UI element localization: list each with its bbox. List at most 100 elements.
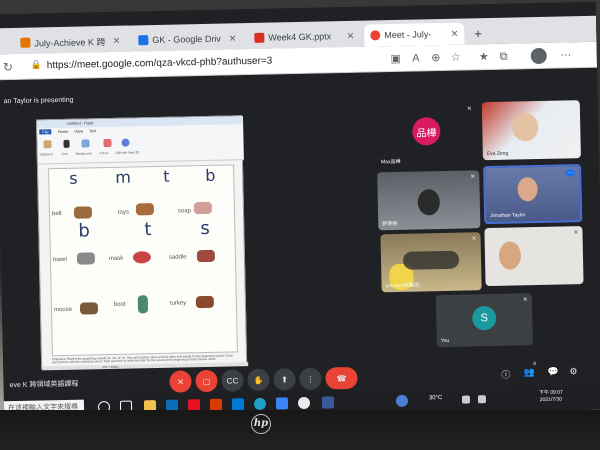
- dropbox-icon[interactable]: [231, 398, 245, 411]
- presenting-label: an Taylor is presenting: [3, 96, 74, 106]
- tab-google-drive[interactable]: GK - Google Driv ✕: [132, 27, 243, 52]
- participant-tile-jonathan[interactable]: Jonathan Taylor ⋯: [483, 164, 583, 225]
- participant-video: [498, 241, 522, 270]
- document-icon: [20, 37, 31, 48]
- record-icon: [370, 30, 381, 41]
- participant-name: Max品樺: [380, 158, 401, 166]
- volume-icon[interactable]: [477, 395, 487, 404]
- profile-avatar[interactable]: [530, 47, 547, 65]
- mic-off-icon: ✕: [466, 106, 472, 113]
- mask-picture: [132, 251, 152, 264]
- participant-video: [417, 189, 441, 216]
- participant-name: Eva Zeng: [486, 150, 509, 158]
- camera-off-button[interactable]: ▢: [195, 369, 218, 393]
- clock-date: 2021/7/30: [539, 396, 563, 404]
- present-button[interactable]: ⬆: [273, 368, 296, 391]
- participant-tile-eva[interactable]: Eva Zeng ✕: [481, 100, 581, 161]
- tab-label: Week4 GK.pptx: [268, 31, 332, 43]
- word-label: mask: [108, 255, 124, 263]
- close-icon[interactable]: ✕: [109, 35, 121, 46]
- camera-icon[interactable]: ▣: [389, 52, 403, 66]
- pptx-icon: [254, 32, 265, 43]
- temperature: 30°C: [428, 395, 443, 402]
- people-icon[interactable]: 👥: [523, 367, 534, 378]
- toys-picture: [135, 203, 155, 216]
- ribbon-label-font: Font: [61, 151, 68, 156]
- hang-up-button[interactable]: ☎: [325, 366, 358, 390]
- refresh-icon[interactable]: ↻: [3, 60, 13, 74]
- participant-count: 8: [533, 361, 537, 368]
- mic-off-button[interactable]: ✕: [169, 370, 192, 393]
- app-icon[interactable]: [275, 397, 289, 410]
- participant-tile-student[interactable]: 許琬栩 ✕: [377, 170, 481, 231]
- participant-name: You: [440, 337, 450, 345]
- edge-icon[interactable]: [253, 397, 267, 411]
- favorite-icon[interactable]: ☆: [449, 51, 463, 65]
- collections-icon[interactable]: ⧉: [497, 50, 511, 64]
- more-icon[interactable]: ⋯: [559, 48, 573, 62]
- word-label: boot: [113, 301, 126, 308]
- letter-mid: s: [200, 217, 210, 240]
- lock-icon[interactable]: 🔒: [31, 59, 42, 70]
- tile-hover-controls: [402, 250, 460, 270]
- tab-meet[interactable]: Meet - July- ✕: [364, 22, 465, 47]
- paint-tab-view: View: [74, 128, 84, 134]
- tab-powerpoint[interactable]: Week4 GK.pptx ✕: [248, 24, 361, 50]
- facebook-icon[interactable]: [321, 396, 335, 409]
- activities-icon[interactable]: ⚙: [569, 366, 577, 377]
- info-icon[interactable]: ⓘ: [501, 368, 510, 381]
- ribbon-label-background: Background: [75, 151, 92, 156]
- tab-achieve[interactable]: July-Achieve K 跨 ✕: [14, 29, 127, 54]
- participant-tile-boy[interactable]: ✕: [484, 226, 584, 287]
- captions-button[interactable]: CC: [221, 369, 244, 392]
- turkey-picture: [195, 295, 214, 309]
- ribbon-label-colors: Colors: [99, 151, 109, 156]
- network-icon[interactable]: [461, 395, 471, 404]
- shared-screen: Untitled - Paint File Home View Text Cli…: [36, 115, 249, 371]
- word-label: soap: [177, 208, 192, 215]
- tab-label: Meet - July-: [384, 29, 432, 41]
- clipboard-icon: [43, 140, 52, 149]
- mic-off-icon: ✕: [471, 236, 477, 243]
- font-icon: [63, 139, 70, 148]
- drive-icon: [138, 35, 149, 46]
- chat-icon[interactable]: 💬: [547, 367, 558, 378]
- read-aloud-icon[interactable]: A: [409, 51, 423, 65]
- letter-top: b: [205, 165, 216, 185]
- ribbon-label-clipboard: Clipboard: [39, 152, 53, 157]
- new-tab-button[interactable]: +: [474, 26, 482, 41]
- raise-hand-button[interactable]: ✋: [247, 368, 270, 392]
- participant-tile-you[interactable]: S You ✕: [435, 293, 533, 348]
- colors-icon: [103, 138, 112, 148]
- close-icon[interactable]: ✕: [225, 33, 237, 44]
- letter-mid: b: [78, 220, 91, 242]
- ribbon-label-paint3d: Edit with Paint 3D: [115, 150, 140, 155]
- taskbar-clock[interactable]: 下午 09:07 2021/7/30: [539, 390, 563, 404]
- more-options-button[interactable]: ⋮: [299, 367, 322, 391]
- hp-logo: hp: [251, 414, 271, 434]
- worksheet-canvas: s m t b belt toys soap b t s towel mask …: [48, 164, 238, 357]
- word-label: towel: [52, 256, 68, 264]
- zoom-icon[interactable]: ⊕: [429, 51, 443, 65]
- participant-tile-max[interactable]: 品樺 Max品樺 ✕: [375, 102, 478, 169]
- participant-tile-linxian[interactable]: Linxian(林瑀欣) ✕: [380, 232, 482, 293]
- word-label: saddle: [168, 254, 187, 261]
- weather-icon[interactable]: [395, 394, 409, 408]
- mic-off-icon: ✕: [573, 230, 579, 237]
- mic-off-icon: ✕: [570, 104, 576, 111]
- word-label: turkey: [169, 300, 187, 307]
- paint-tab-text: Text: [88, 128, 97, 134]
- avatar: 品樺: [412, 117, 441, 146]
- close-icon[interactable]: ✕: [447, 28, 459, 39]
- mic-off-icon: ✕: [522, 297, 528, 304]
- letter-top: t: [163, 166, 170, 186]
- word-label: moose: [53, 306, 73, 314]
- paint3d-icon: [121, 138, 130, 147]
- more-options-icon[interactable]: ⋯: [565, 169, 576, 177]
- participant-video: [517, 177, 538, 202]
- url-field[interactable]: https://meet.google.com/qza-vkcd-phb?aut…: [47, 51, 387, 74]
- close-icon[interactable]: ✕: [343, 30, 355, 41]
- chrome-icon[interactable]: [297, 396, 311, 410]
- favorites-icon[interactable]: ★: [477, 50, 491, 64]
- letter-top: s: [69, 168, 78, 188]
